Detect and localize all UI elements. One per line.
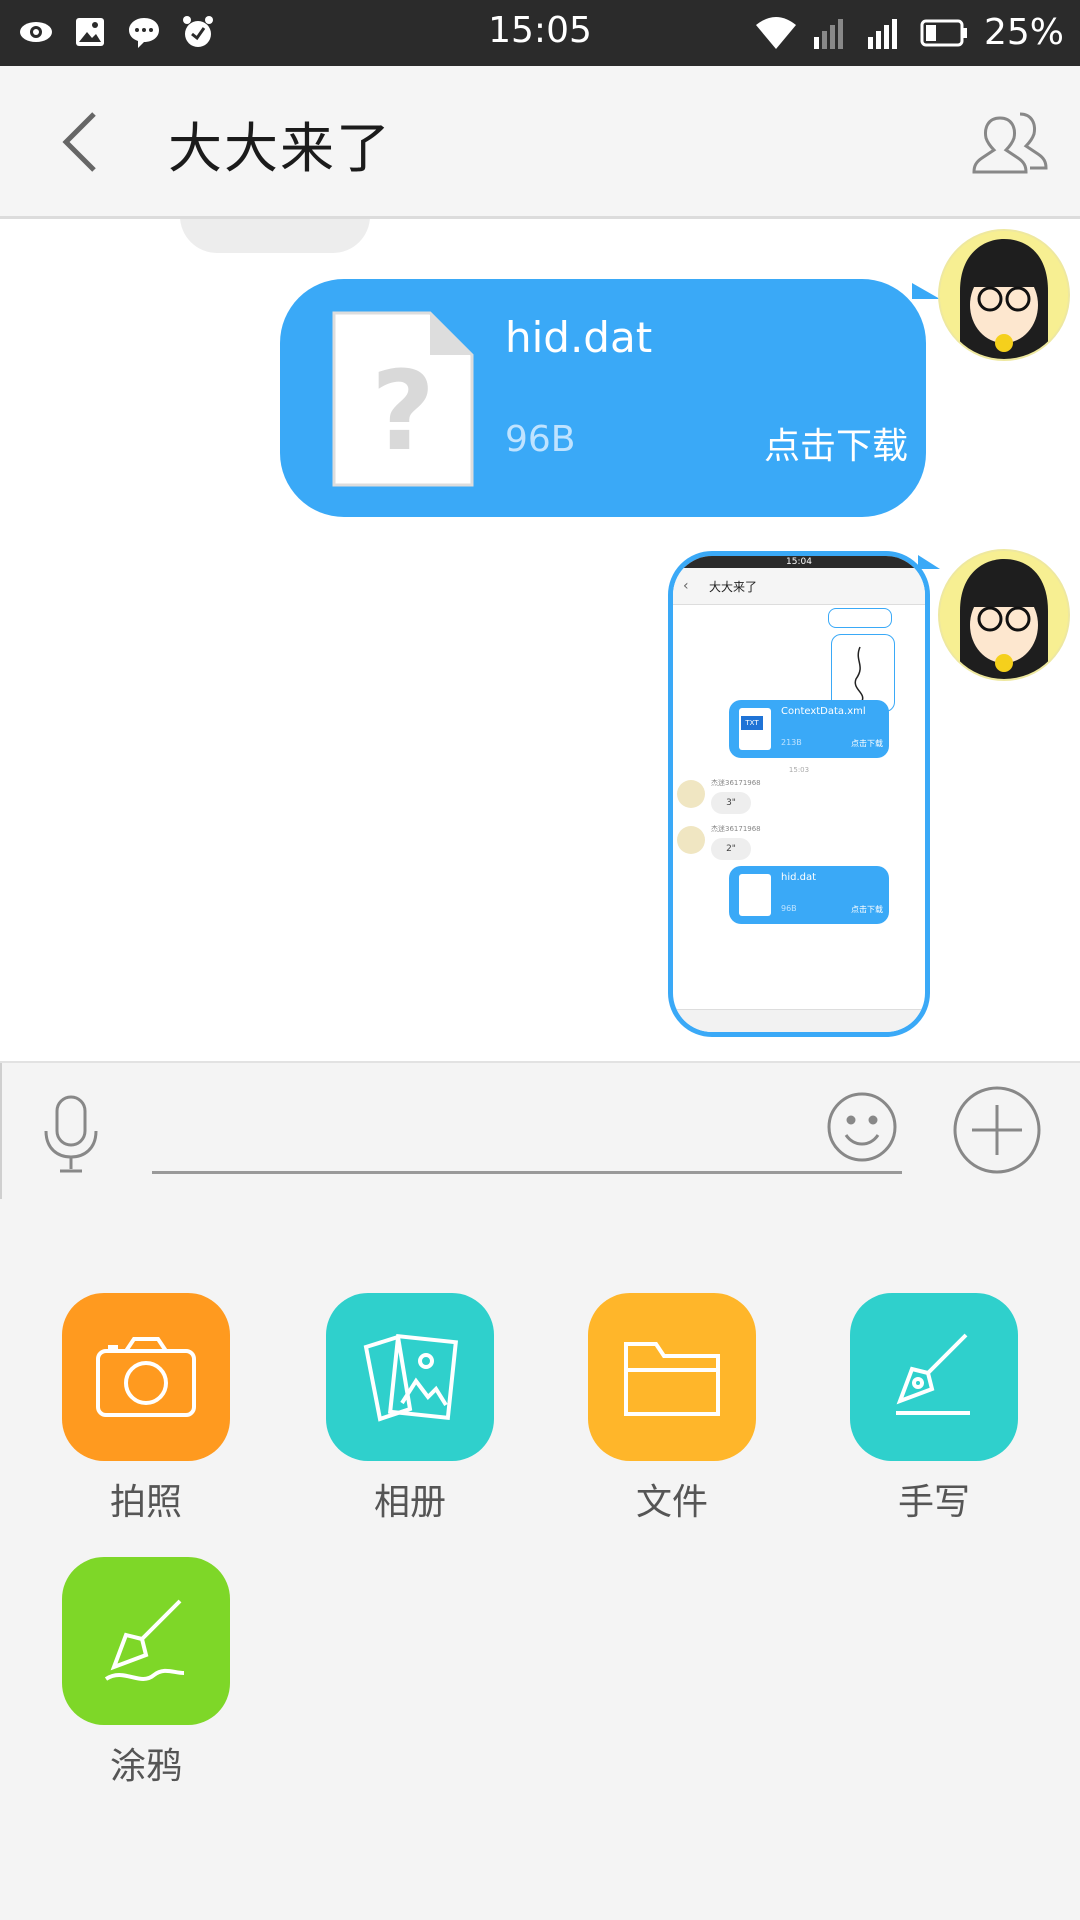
thumbnail-file-name: ContextData.xml [781, 706, 866, 717]
panel-item-album[interactable]: 相册 [310, 1293, 510, 1525]
attachment-panel: 拍照 相册 文件 手写 涂鸦 [0, 1199, 1080, 1920]
thumbnail-avatar [677, 826, 705, 854]
panel-item-doodle[interactable]: 涂鸦 [46, 1557, 246, 1789]
emoji-button[interactable] [826, 1091, 898, 1163]
smiley-icon [827, 1092, 897, 1162]
status-bar: 15:05 25% [0, 0, 1080, 66]
file-button[interactable] [588, 1293, 756, 1461]
handwrite-button[interactable] [850, 1293, 1018, 1461]
battery-icon [920, 19, 967, 46]
download-link[interactable]: 点击下载 [764, 417, 908, 469]
chat-title: 大大来了 [168, 117, 392, 180]
panel-item-file[interactable]: 文件 [572, 1293, 772, 1525]
microphone-icon [44, 1095, 98, 1173]
image-message-bubble[interactable]: 15:04 ‹ 大大来了 TXT ContextData.xml 213B 点击… [668, 551, 930, 1037]
thumbnail-input-bar [673, 1009, 925, 1032]
battery-percent: 25% [983, 12, 1064, 53]
thumbnail-download-link: 点击下载 [851, 905, 883, 914]
pen-nib-icon [896, 1333, 970, 1415]
avatar-girl-icon [940, 551, 1068, 679]
doodle-button[interactable] [62, 1557, 230, 1725]
panel-item-camera[interactable]: 拍照 [46, 1293, 246, 1525]
avatar[interactable] [938, 229, 1070, 361]
group-members-icon [972, 112, 1048, 174]
signal-icon-2 [867, 18, 897, 49]
thumbnail-sender: 杰迷36171968 [711, 779, 761, 787]
panel-item-handwrite[interactable]: 手写 [834, 1293, 1034, 1525]
camera-icon [96, 1337, 196, 1417]
wifi-icon [755, 16, 796, 49]
thumbnail-doodle [828, 608, 892, 628]
message-input[interactable] [152, 1091, 902, 1174]
thumbnail-file-bubble: hid.dat 96B 点击下载 [729, 866, 889, 924]
plus-circle-icon [953, 1086, 1041, 1174]
photo-album-icon [363, 1333, 459, 1422]
panel-item-label: 拍照 [109, 1482, 182, 1523]
chat-messages[interactable]: ? hid.dat 96B 点击下载 15:04 ‹ 大大来了 TXT Cont… [0, 219, 1080, 1061]
album-button[interactable] [326, 1293, 494, 1461]
thumbnail-file-name: hid.dat [781, 872, 817, 883]
svg-text:?: ? [371, 347, 435, 475]
signal-icon [813, 18, 843, 49]
avatar-girl-icon [940, 231, 1068, 359]
chevron-left-icon [62, 112, 96, 172]
more-options-button[interactable] [952, 1085, 1042, 1175]
group-members-button[interactable] [970, 106, 1050, 176]
unknown-file-icon: ? [332, 311, 474, 487]
brush-icon [104, 1599, 185, 1681]
message-input-bar [0, 1061, 1080, 1201]
thumbnail-txt-badge: TXT [741, 716, 763, 730]
thumbnail-time: 15:04 [786, 557, 812, 567]
thumbnail-file-bubble: TXT ContextData.xml 213B 点击下载 [729, 700, 889, 758]
thumbnail-download-link: 点击下载 [851, 739, 883, 748]
camera-button[interactable] [62, 1293, 230, 1461]
previous-message-bubble [180, 219, 370, 253]
thumbnail-title: 大大来了 [709, 580, 758, 594]
folder-icon [624, 1342, 720, 1416]
thumbnail-sender: 杰迷36171968 [711, 825, 761, 833]
file-message-bubble[interactable]: ? hid.dat 96B 点击下载 [280, 279, 940, 517]
panel-item-label: 文件 [635, 1482, 708, 1523]
thumbnail-avatar [677, 780, 705, 808]
thumbnail-file-size: 96B [781, 904, 797, 913]
thumbnail-voice: 3" [711, 792, 751, 814]
chat-header: 大大来了 [0, 66, 1080, 219]
panel-item-label: 手写 [897, 1482, 970, 1523]
thumbnail-file-size: 213B [781, 738, 802, 747]
panel-item-label: 相册 [373, 1482, 446, 1523]
thumbnail-back-icon: ‹ [683, 578, 689, 594]
panel-item-label: 涂鸦 [109, 1746, 182, 1787]
file-size: 96B [505, 419, 576, 460]
thumbnail-timestamp: 15:03 [788, 766, 810, 774]
thumbnail-voice: 2" [711, 838, 751, 860]
avatar[interactable] [938, 549, 1070, 681]
voice-button[interactable] [38, 1093, 104, 1175]
file-name: hid.dat [505, 313, 653, 362]
back-button[interactable] [58, 110, 108, 174]
